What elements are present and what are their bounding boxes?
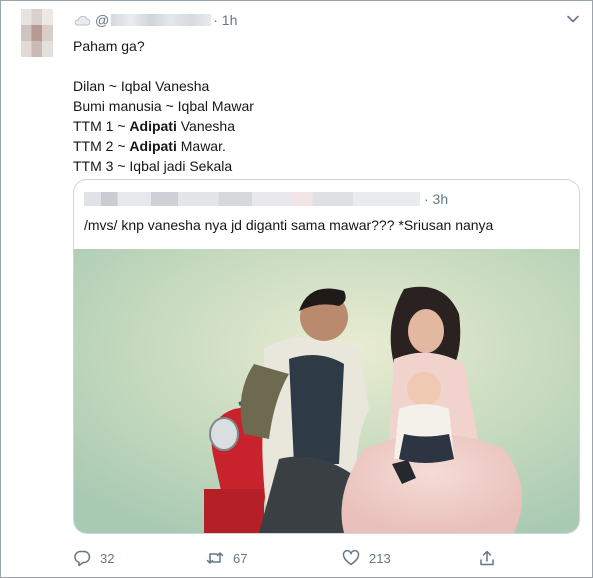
quoted-tweet-time[interactable]: · 3h: [424, 191, 448, 207]
tweet-line: Paham ga?: [73, 38, 145, 54]
tweet-line-ttm2: TTM 2 ~ Adipati Mawar.: [73, 138, 226, 154]
quoted-tweet[interactable]: · 3h /mvs/ knp vanesha nya jd diganti sa…: [73, 179, 580, 534]
share-icon: [480, 550, 494, 566]
reply-button[interactable]: 32: [73, 549, 114, 567]
avatar[interactable]: [21, 9, 53, 57]
like-button[interactable]: 213: [342, 549, 391, 567]
like-count: 213: [369, 550, 391, 566]
tweet-text: Paham ga? Dilan ~ Iqbal Vanesha Bumi man…: [73, 36, 254, 176]
share-button[interactable]: [478, 549, 496, 567]
cloud-icon: [74, 15, 91, 26]
tweet-line: Bumi manusia ~ Iqbal Mawar: [73, 98, 254, 114]
chevron-down-icon[interactable]: [566, 12, 580, 26]
reply-icon: [74, 550, 91, 567]
tweet-time[interactable]: · 1h: [213, 12, 237, 28]
handle-prefix[interactable]: @: [95, 12, 109, 28]
retweet-icon: [206, 552, 224, 564]
handle-redacted[interactable]: [111, 14, 212, 26]
retweet-count: 67: [233, 550, 248, 566]
tweet-header: @ · 1h: [73, 12, 237, 28]
tweet-line: Dilan ~ Iqbal Vanesha: [73, 78, 210, 94]
heart-icon: [342, 549, 360, 566]
reply-count: 32: [100, 550, 115, 566]
quoted-author-redacted[interactable]: [84, 192, 420, 206]
tweet-line-ttm1: TTM 1 ~ Adipati Vanesha: [73, 118, 235, 134]
tweet-line: [73, 56, 254, 76]
retweet-button[interactable]: 67: [206, 549, 247, 567]
quoted-tweet-header: · 3h: [84, 191, 448, 207]
tweet-line-ttm3: TTM 3 ~ Iqbal jadi Sekala: [73, 158, 233, 174]
quoted-tweet-photo[interactable]: [74, 249, 579, 533]
quoted-tweet-text: /mvs/ knp vanesha nya jd diganti sama ma…: [84, 217, 494, 233]
